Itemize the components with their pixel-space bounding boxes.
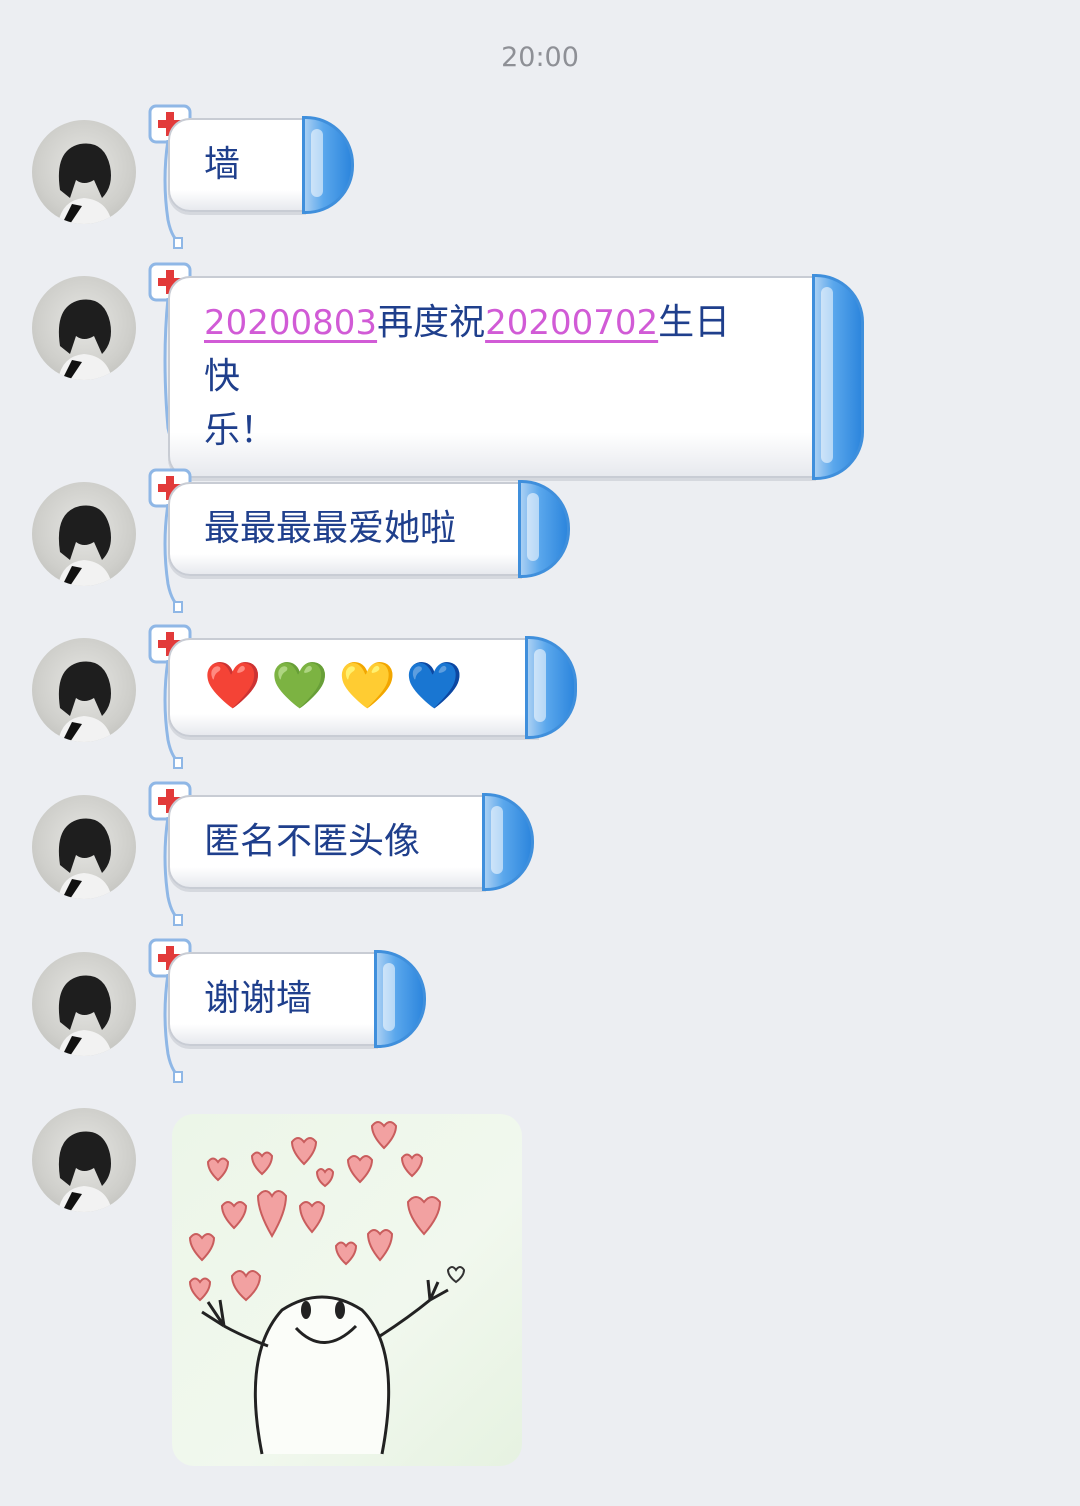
avatar[interactable] xyxy=(32,482,136,586)
bubble-cap-icon xyxy=(525,636,578,739)
hearts-joy-sticker-icon xyxy=(188,1121,466,1455)
date-link[interactable]: 20200803 xyxy=(204,303,377,343)
message-bubble[interactable]: 20200803再度祝20200702生日快 乐！ xyxy=(168,274,864,480)
bubble-cap-icon xyxy=(812,274,864,480)
red-heart-icon: ❤️ xyxy=(204,658,262,712)
sticker-message[interactable] xyxy=(172,1114,522,1466)
avatar[interactable] xyxy=(32,276,136,380)
avatar[interactable] xyxy=(32,952,136,1056)
message-bubble[interactable]: 谢谢墙 xyxy=(168,950,427,1048)
avatar-photo-icon xyxy=(58,1131,112,1212)
message-timestamp: 20:00 xyxy=(501,42,579,73)
bubble-cap-icon xyxy=(302,116,355,214)
avatar-photo-icon xyxy=(58,661,112,742)
blue-heart-icon: 💙 xyxy=(405,658,464,712)
message-text: 匿名不匿头像 xyxy=(204,821,421,862)
bubble-cap-icon xyxy=(482,793,535,891)
message-text: 墙 xyxy=(204,144,241,185)
avatar[interactable] xyxy=(32,638,136,742)
avatar-photo-icon xyxy=(58,505,112,586)
avatar-photo-icon xyxy=(58,143,112,224)
message-text: 再度祝 xyxy=(377,302,486,343)
avatar-photo-icon xyxy=(58,818,112,899)
avatar[interactable] xyxy=(32,1108,136,1212)
message-bubble[interactable]: 最最最最爱她啦 xyxy=(168,480,571,578)
message-text: 最最最最爱她啦 xyxy=(204,508,457,549)
date-link[interactable]: 20200702 xyxy=(485,303,658,343)
bubble-cap-icon xyxy=(374,950,427,1048)
avatar-photo-icon xyxy=(58,299,112,380)
message-bubble[interactable]: ❤️ 💚 💛 💙 xyxy=(168,636,578,739)
message-bubble[interactable]: 墙 xyxy=(168,116,355,214)
bubble-cap-icon xyxy=(518,480,571,578)
message-text: 谢谢墙 xyxy=(204,978,313,1019)
yellow-heart-icon: 💛 xyxy=(338,658,396,712)
message-bubble[interactable]: 匿名不匿头像 xyxy=(168,793,535,891)
avatar[interactable] xyxy=(32,120,136,224)
message-text: 乐！ xyxy=(204,410,277,451)
avatar[interactable] xyxy=(32,795,136,899)
green-heart-icon: 💚 xyxy=(271,658,329,712)
avatar-photo-icon xyxy=(58,975,112,1056)
